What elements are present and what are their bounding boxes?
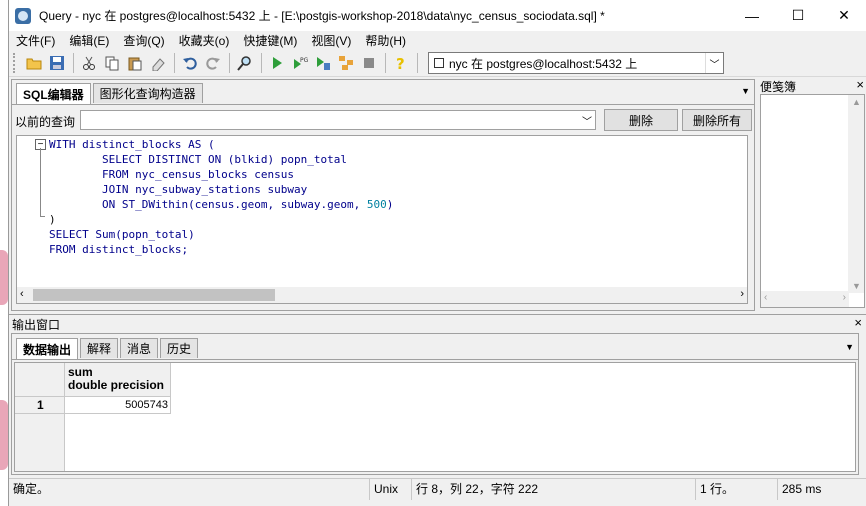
menu-bar: 文件(F) 编辑(E) 查询(Q) 收藏夹(o) 快捷键(M) 视图(V) 帮助… xyxy=(9,31,866,50)
chevron-left-icon[interactable]: ‹ xyxy=(20,288,24,300)
previous-queries-label: 以前的查询 xyxy=(15,115,76,129)
status-cursor-position: 行 8，列 22，字符 222 xyxy=(411,479,695,500)
tab-graphical-query-builder[interactable]: 图形化查询构造器 xyxy=(92,83,203,103)
grid-corner[interactable] xyxy=(15,363,65,397)
tab-history[interactable]: 历史 xyxy=(160,338,199,358)
menu-view[interactable]: 视图(V) xyxy=(304,32,358,49)
status-row-count: 1 行。 xyxy=(695,479,777,500)
tab-explain[interactable]: 解释 xyxy=(80,338,119,358)
result-cell[interactable]: 5005743 xyxy=(65,397,171,414)
chevron-right-icon[interactable]: › xyxy=(843,292,846,303)
title-bar: Query - nyc 在 postgres@localhost:5432 上 … xyxy=(9,0,866,31)
sql-code-editor[interactable]: − WITH distinct_blocks AS ( SELECT DISTI… xyxy=(16,135,748,304)
chevron-down-icon[interactable]: ▼ xyxy=(852,281,861,291)
connection-select[interactable]: nyc 在 postgres@localhost:5432 上 ﹀ xyxy=(428,52,724,74)
minimize-button[interactable]: — xyxy=(729,0,775,31)
close-button[interactable]: ✕ xyxy=(821,0,866,31)
menu-favourites[interactable]: 收藏夹(o) xyxy=(172,32,237,49)
chevron-down-icon[interactable]: ﹀ xyxy=(582,113,592,128)
code-line: SELECT Sum(popn_total) xyxy=(49,228,195,241)
menu-query[interactable]: 查询(Q) xyxy=(116,32,171,49)
find-icon[interactable] xyxy=(234,52,256,74)
chevron-up-icon[interactable]: ▲ xyxy=(852,97,861,107)
vertical-scrollbar[interactable]: ▲ ▼ xyxy=(848,95,864,293)
tab-sql-editor[interactable]: SQL编辑器 xyxy=(16,83,91,104)
status-message: 确定。 xyxy=(13,482,50,496)
horizontal-scrollbar[interactable]: ‹ › xyxy=(17,287,747,303)
open-file-icon[interactable] xyxy=(23,52,45,74)
horizontal-scrollbar[interactable]: ‹ › xyxy=(761,291,849,307)
toolbar: PG ? nyc 在 postgres@localhost:5432 上 ﹀ xyxy=(9,50,866,77)
delete-all-button[interactable]: 删除所有 xyxy=(682,109,752,131)
sql-editor-panel: SQL编辑器 图形化查询构造器 ▼ 以前的查询 ﹀ 删除 删除所有 − WITH… xyxy=(11,79,755,311)
explain-icon[interactable] xyxy=(335,52,357,74)
execute-pgscript-icon[interactable]: PG xyxy=(289,52,311,74)
code-line: WITH distinct_blocks AS ( xyxy=(49,138,215,151)
previous-queries-select[interactable]: ﹀ xyxy=(80,110,596,130)
scratch-pad-textarea[interactable]: ▲ ▼ ‹ › xyxy=(760,94,865,308)
pgadmin-icon xyxy=(15,7,31,24)
status-bar: 确定。 Unix 行 8，列 22，字符 222 1 行。 285 ms xyxy=(9,478,866,500)
close-icon[interactable]: × xyxy=(856,77,864,92)
menu-file[interactable]: 文件(F) xyxy=(9,32,62,49)
menu-macros[interactable]: 快捷键(M) xyxy=(236,32,304,49)
svg-text:?: ? xyxy=(396,55,405,71)
help-icon[interactable]: ? xyxy=(390,52,412,74)
window-title: Query - nyc 在 postgres@localhost:5432 上 … xyxy=(39,9,605,23)
output-window-header: 输出窗口 × xyxy=(9,314,866,332)
chevron-left-icon[interactable]: ‹ xyxy=(764,292,767,303)
sql-code: WITH distinct_blocks AS ( SELECT DISTINC… xyxy=(49,137,393,257)
cancel-query-icon[interactable] xyxy=(358,52,380,74)
desktop-decoration xyxy=(0,250,8,305)
chevron-right-icon[interactable]: › xyxy=(740,288,744,300)
paste-icon[interactable] xyxy=(124,52,146,74)
connection-checkbox[interactable] xyxy=(434,58,444,68)
code-line: ON ST_DWithin(census.geom, subway.geom, … xyxy=(49,198,394,211)
menu-help[interactable]: 帮助(H) xyxy=(358,32,413,49)
desktop-decoration xyxy=(0,400,8,470)
cut-icon[interactable] xyxy=(78,52,100,74)
scratch-pad-title: 便笺簿 xyxy=(760,80,797,94)
tab-data-output[interactable]: 数据输出 xyxy=(16,338,79,359)
toolbar-grip[interactable] xyxy=(13,53,17,73)
code-line: JOIN nyc_subway_stations subway xyxy=(49,183,308,196)
copy-icon[interactable] xyxy=(101,52,123,74)
maximize-button[interactable]: ☐ xyxy=(775,0,821,31)
status-execution-time: 285 ms xyxy=(777,479,866,500)
chevron-down-icon[interactable]: ﹀ xyxy=(705,53,723,73)
redo-icon[interactable] xyxy=(202,52,224,74)
panel-menu-arrow-icon[interactable]: ▼ xyxy=(845,342,854,352)
code-line: SELECT DISTINCT ON (blkid) popn_total xyxy=(49,153,348,166)
save-icon[interactable] xyxy=(46,52,68,74)
execute-icon[interactable] xyxy=(266,52,288,74)
undo-icon[interactable] xyxy=(179,52,201,74)
desktop-background xyxy=(0,0,8,506)
row-header[interactable]: 1 xyxy=(15,397,65,414)
close-icon[interactable]: × xyxy=(854,315,862,330)
output-window-title: 输出窗口 xyxy=(12,318,61,332)
output-panel: 数据输出 解释 消息 历史 ▼ sum double precision 1 5… xyxy=(11,333,859,475)
result-grid[interactable]: sum double precision 1 5005743 xyxy=(14,362,856,472)
delete-button[interactable]: 删除 xyxy=(604,109,678,131)
tab-messages[interactable]: 消息 xyxy=(120,338,159,358)
code-line: FROM distinct_blocks; xyxy=(49,243,189,256)
code-line: ) xyxy=(49,213,56,226)
code-line: FROM nyc_census_blocks census xyxy=(49,168,295,181)
panel-menu-arrow-icon[interactable]: ▼ xyxy=(741,86,750,96)
status-line-ending: Unix xyxy=(369,479,411,500)
menu-edit[interactable]: 编辑(E) xyxy=(62,32,116,49)
column-header[interactable]: sum double precision xyxy=(65,363,171,397)
svg-text:PG: PG xyxy=(300,57,308,64)
scrollbar-thumb[interactable] xyxy=(33,289,275,301)
scratch-pad-panel: 便笺簿 × ▲ ▼ ‹ › xyxy=(758,77,866,311)
column-type: double precision xyxy=(68,378,165,392)
clear-icon[interactable] xyxy=(147,52,169,74)
query-window: Query - nyc 在 postgres@localhost:5432 上 … xyxy=(8,0,866,506)
connection-label: nyc 在 postgres@localhost:5432 上 xyxy=(449,56,638,71)
execute-to-file-icon[interactable] xyxy=(312,52,334,74)
